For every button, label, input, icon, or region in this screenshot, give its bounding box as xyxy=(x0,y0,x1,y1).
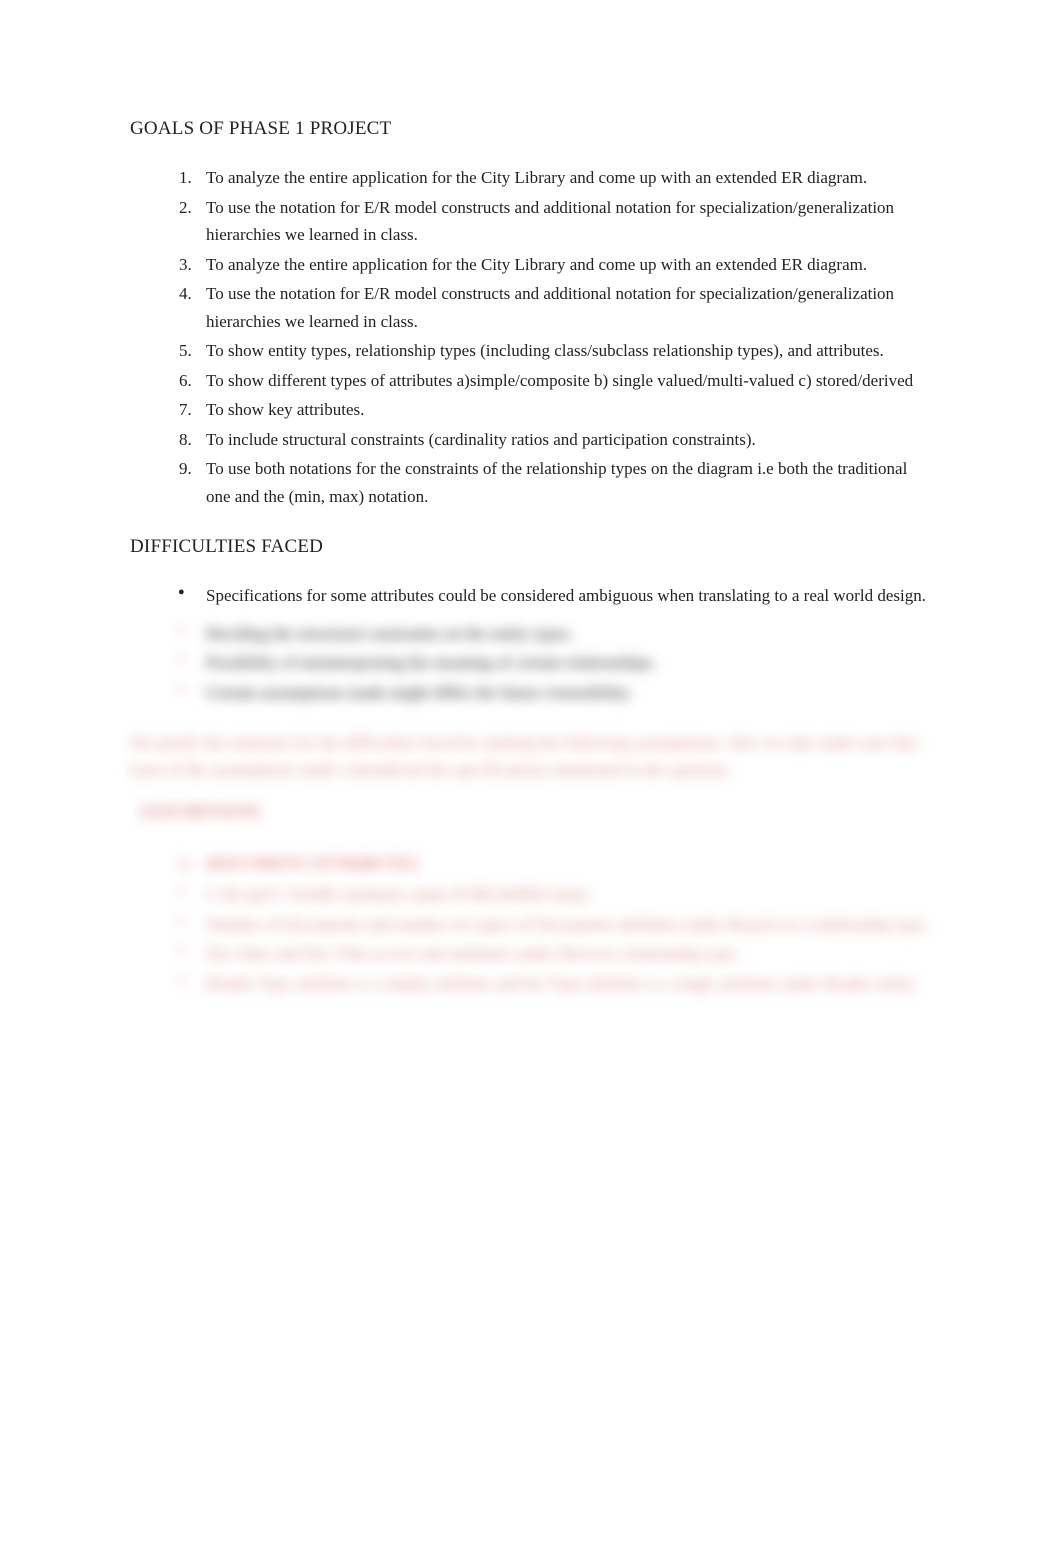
difficulties-heading: DIFFICULTIES FACED xyxy=(130,536,932,558)
blurred-content: Deciding the structural constraints on t… xyxy=(130,620,932,997)
list-item: C ID and C NAME attributes under PUBLISH… xyxy=(172,881,932,909)
list-item: To show different types of attributes a)… xyxy=(196,367,932,395)
list-item: Doc Date and Doc Title as text and attri… xyxy=(172,940,932,968)
list-item: To use both notations for the constraint… xyxy=(196,455,932,510)
list-item: To show key attributes. xyxy=(196,396,932,424)
goals-heading: GOALS OF PHASE 1 PROJECT xyxy=(130,118,932,140)
assumptions-heading: ASSUMPTIONS xyxy=(130,802,932,822)
blurred-section-title: DOCUMENT ATTRIBUTES xyxy=(206,854,418,873)
list-item: To use the notation for E/R model constr… xyxy=(196,194,932,249)
list-item: To use the notation for E/R model constr… xyxy=(196,280,932,335)
goals-list: To analyze the entire application for th… xyxy=(130,164,932,510)
blurred-sub-list: C ID and C NAME attributes under PUBLISH… xyxy=(130,881,932,997)
difficulties-list: Specifications for some attributes could… xyxy=(130,582,932,610)
list-item: DOCUMENT ATTRIBUTES xyxy=(196,850,932,878)
list-item: Certain assumptions made might differ th… xyxy=(172,679,932,707)
list-item: To analyze the entire application for th… xyxy=(196,251,932,279)
list-item: To analyze the entire application for th… xyxy=(196,164,932,192)
list-item: Deciding the structural constraints on t… xyxy=(172,620,932,648)
difficulties-list-blurred: Deciding the structural constraints on t… xyxy=(130,620,932,707)
list-item: Reader Type attribute is a simple attrib… xyxy=(172,970,932,998)
blurred-paragraph: We justify the solutions for the difficu… xyxy=(130,729,932,784)
list-item: Specifications for some attributes could… xyxy=(172,582,932,610)
list-item: To show entity types, relationship types… xyxy=(196,337,932,365)
list-item: To include structural constraints (cardi… xyxy=(196,426,932,454)
blurred-section-list: DOCUMENT ATTRIBUTES xyxy=(130,850,932,878)
list-item: Possibility of misinterpreting the meani… xyxy=(172,649,932,677)
list-item: Number of Documents and number of copies… xyxy=(172,911,932,939)
